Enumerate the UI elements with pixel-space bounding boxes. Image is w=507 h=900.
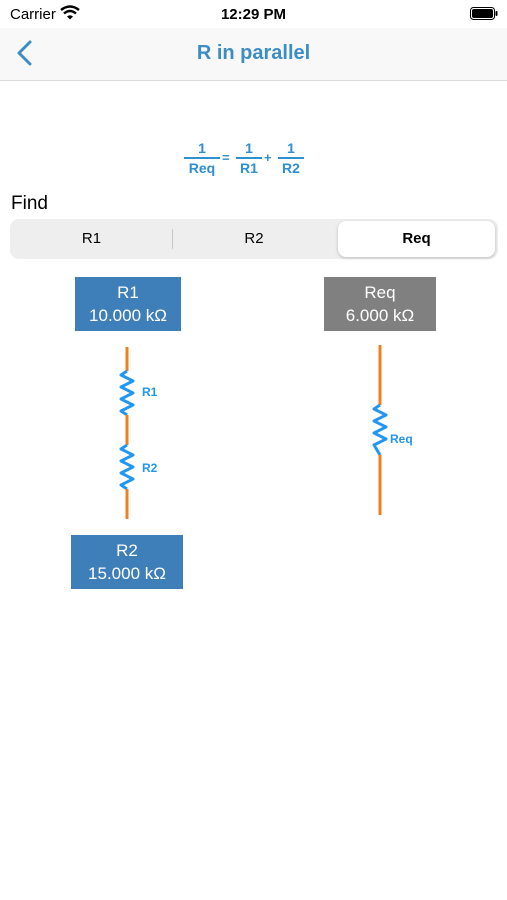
- resistor-r2-label: R2: [142, 461, 158, 475]
- formula-lhs-denominator: Req: [188, 160, 216, 176]
- equivalent-circuit-diagram: Req: [372, 345, 413, 515]
- resistor-req-label: Req: [390, 432, 413, 446]
- battery-icon: [470, 7, 498, 20]
- resistor-r1-label: R1: [142, 385, 158, 399]
- formula-r1-denominator: R1: [240, 160, 258, 176]
- find-label: Find: [11, 193, 48, 214]
- req-box-label: Req: [364, 283, 396, 302]
- segment-req-selected[interactable]: Req: [338, 221, 495, 257]
- resistor-r2-icon: [119, 443, 135, 491]
- segment-r1[interactable]: R1: [12, 221, 171, 257]
- formula-equals: =: [222, 150, 230, 165]
- req-value-box[interactable]: Req 6.000 kΩ: [324, 277, 436, 331]
- r2-value-box[interactable]: R2 15.000 kΩ: [71, 535, 183, 589]
- r1-value-box[interactable]: R1 10.000 kΩ: [75, 277, 181, 331]
- formula-plus: +: [264, 150, 272, 165]
- clock-time: 12:29 PM: [220, 6, 287, 23]
- r2-box-value: 15.000 kΩ: [88, 564, 166, 583]
- formula-r2-fraction: 1 R2: [278, 140, 304, 177]
- formula-lhs-fraction: 1 Req: [184, 140, 220, 177]
- formula: 1 Req = 1 R1 + 1 R2: [184, 140, 324, 186]
- formula-r1-numerator: 1: [245, 140, 253, 156]
- navigation-bar: R in parallel: [0, 28, 507, 81]
- r1-box-label: R1: [117, 283, 139, 302]
- resistor-r1-icon: [119, 369, 135, 417]
- formula-r2-denominator: R2: [282, 160, 300, 176]
- resistor-req-icon: [372, 403, 388, 456]
- page-title: R in parallel: [196, 42, 311, 64]
- req-box-value: 6.000 kΩ: [345, 306, 415, 325]
- status-bar: Carrier 12:29 PM: [0, 0, 507, 28]
- formula-r2-numerator: 1: [287, 140, 295, 156]
- r2-box-label: R2: [116, 541, 138, 560]
- segment-r2[interactable]: R2: [173, 221, 335, 257]
- r1-box-value: 10.000 kΩ: [89, 306, 167, 325]
- formula-lhs-numerator: 1: [198, 140, 206, 156]
- formula-r1-fraction: 1 R1: [236, 140, 262, 177]
- series-circuit-diagram: R1 R2: [119, 347, 158, 519]
- find-segmented-control: R1 R2 Req: [10, 219, 498, 259]
